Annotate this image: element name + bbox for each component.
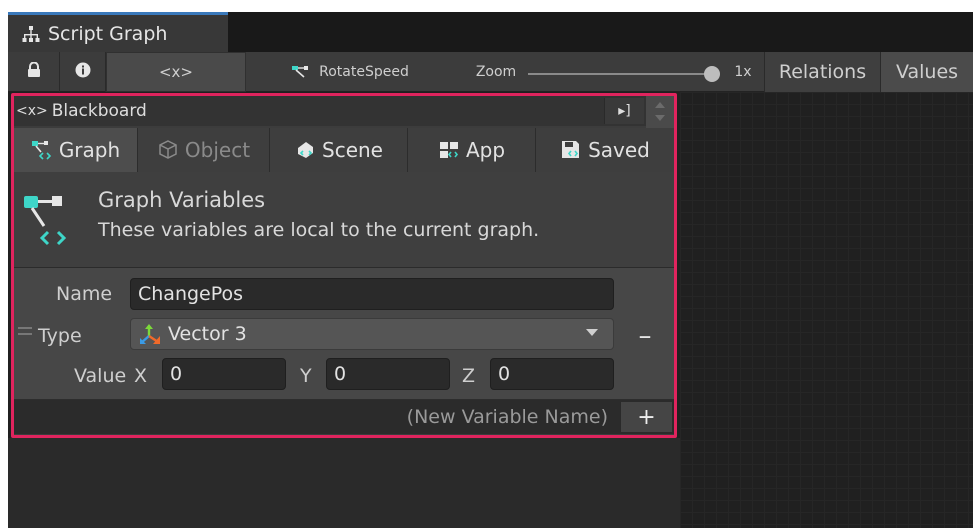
scroll-down-icon[interactable] xyxy=(655,115,665,121)
scroll-up-icon[interactable] xyxy=(655,102,665,108)
app-icon xyxy=(438,139,460,161)
graph-canvas-left[interactable] xyxy=(8,438,680,528)
relations-toggle[interactable]: Relations xyxy=(764,52,880,92)
type-label: Type xyxy=(38,325,82,347)
blackboard-title: Blackboard xyxy=(51,101,147,121)
flow-graph-icon xyxy=(291,64,311,80)
z-label: Z xyxy=(462,365,476,387)
graph-canvas[interactable] xyxy=(680,92,973,528)
lock-button[interactable] xyxy=(8,52,60,92)
zoom-label: Zoom xyxy=(475,64,517,80)
z-value-field[interactable]: 0 xyxy=(490,358,614,390)
graph-icon xyxy=(31,139,53,161)
zoom-slider-track[interactable] xyxy=(528,73,708,75)
info-button[interactable] xyxy=(60,52,106,92)
tab-label: Object xyxy=(184,138,251,162)
variable-name-field[interactable]: ChangePos xyxy=(130,278,614,310)
tab-title: Script Graph xyxy=(48,22,168,45)
x-value-field[interactable]: 0 xyxy=(162,358,286,390)
breadcrumb[interactable]: RotateSpeed xyxy=(270,52,430,92)
type-value: Vector 3 xyxy=(168,323,247,345)
values-toggle[interactable]: Values xyxy=(880,52,973,92)
object-icon xyxy=(157,139,179,161)
info-icon xyxy=(75,62,91,82)
blackboard-header: <x> Blackboard xyxy=(14,96,674,126)
graph-variables-icon xyxy=(22,190,74,254)
blackboard-toggle-button[interactable]: <x> xyxy=(106,52,246,92)
add-variable-button[interactable]: + xyxy=(620,402,672,432)
dock-button[interactable]: ▸] xyxy=(604,98,644,124)
y-label: Y xyxy=(300,365,312,387)
hierarchy-icon xyxy=(22,25,40,43)
scene-icon xyxy=(294,139,316,161)
variables-icon: <x> xyxy=(16,103,48,119)
info-description: These variables are local to the current… xyxy=(98,219,540,241)
lock-icon xyxy=(27,61,41,82)
remove-variable-button[interactable]: – xyxy=(630,320,660,352)
zoom-slider-thumb[interactable] xyxy=(704,66,720,82)
variable-scope-tabs: Graph Object Scene App Saved xyxy=(14,128,674,172)
variable-type-dropdown[interactable]: Vector 3 xyxy=(130,318,614,350)
tab-app[interactable]: App xyxy=(408,128,536,172)
y-value-field[interactable]: 0 xyxy=(326,358,450,390)
tab-label: App xyxy=(465,138,506,162)
tab-graph[interactable]: Graph xyxy=(14,128,138,172)
info-title: Graph Variables xyxy=(98,188,266,212)
value-label: Value xyxy=(74,365,127,387)
new-variable-name-input[interactable]: (New Variable Name) xyxy=(16,402,618,432)
x-label: X xyxy=(134,365,148,387)
tab-saved[interactable]: Saved xyxy=(536,128,674,172)
zoom-value: 1x xyxy=(734,64,752,80)
tab-object[interactable]: Object xyxy=(138,128,270,172)
scrollbar[interactable] xyxy=(646,96,674,128)
vector3-icon xyxy=(138,322,162,346)
tab-script-graph[interactable]: Script Graph xyxy=(8,12,228,52)
variables-icon: <x> xyxy=(158,63,193,81)
drag-handle-icon[interactable] xyxy=(18,323,34,343)
saved-icon xyxy=(560,139,582,161)
breadcrumb-label: RotateSpeed xyxy=(319,64,409,80)
chevron-down-icon xyxy=(586,329,598,336)
name-label: Name xyxy=(56,283,113,305)
tab-scene[interactable]: Scene xyxy=(270,128,408,172)
tab-label: Scene xyxy=(322,138,383,162)
tab-label: Graph xyxy=(58,138,121,162)
tab-label: Saved xyxy=(588,138,650,162)
